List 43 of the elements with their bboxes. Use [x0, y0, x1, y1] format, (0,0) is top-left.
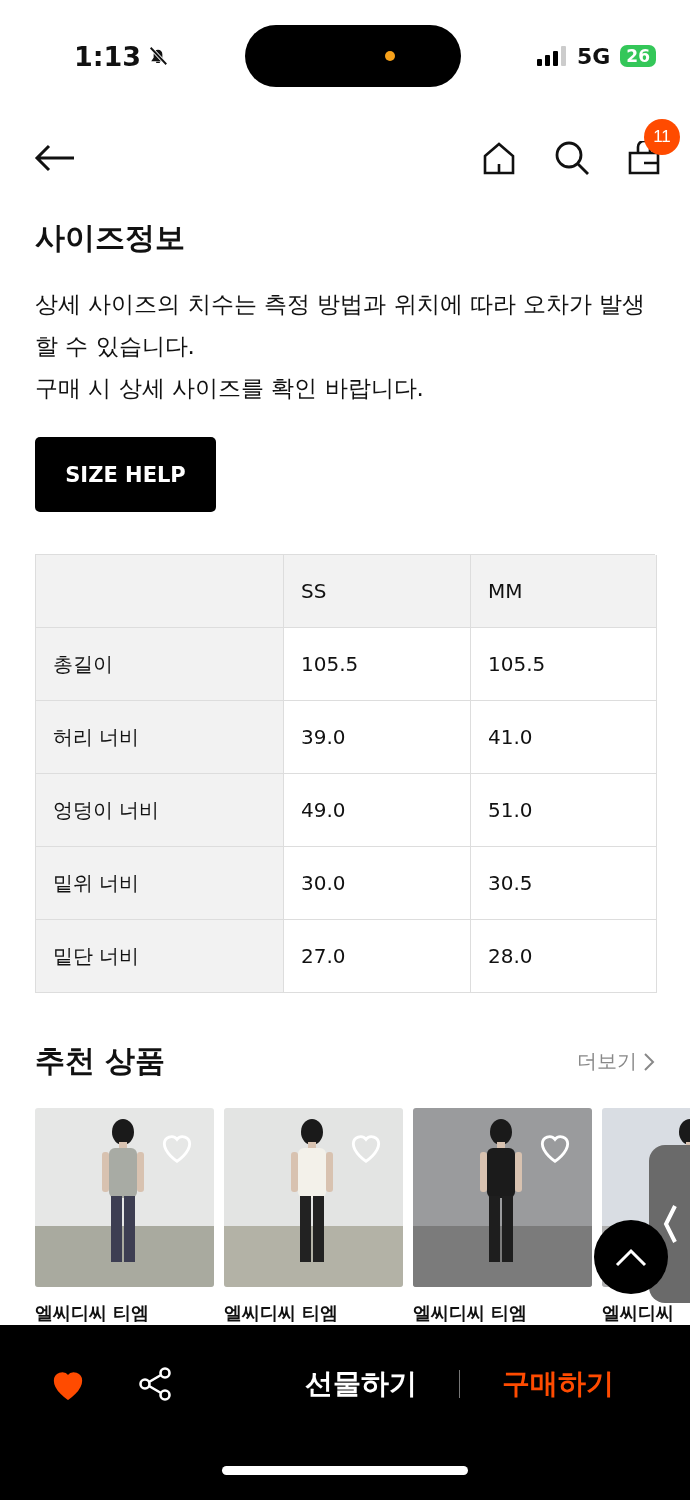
table-header-cell: SS — [284, 555, 471, 628]
product-name[interactable]: 엘씨디씨 티엠 — [35, 1301, 214, 1325]
table-cell: 30.5 — [471, 847, 657, 920]
product-name[interactable]: 엘씨디씨 티엠 — [413, 1301, 592, 1325]
table-cell: 105.5 — [471, 628, 657, 701]
share-button[interactable] — [138, 1366, 172, 1402]
bell-off-icon — [147, 45, 170, 67]
chevron-left-icon — [662, 1204, 677, 1244]
table-cell: 27.0 — [284, 920, 471, 993]
section-title: 사이즈정보 — [35, 219, 186, 257]
description-text: 구매 시 상세 사이즈를 확인 바랍니다. — [35, 374, 425, 403]
row-label-cell: 밑단 너비 — [36, 920, 284, 993]
chevron-up-icon — [615, 1247, 647, 1267]
home-button[interactable] — [482, 141, 516, 175]
description-text: 상세 사이즈의 치수는 측정 방법과 위치에 따라 오차가 발생할 수 있습니다. — [35, 290, 647, 361]
more-link[interactable]: 더보기 — [577, 1048, 655, 1075]
status-time: 1:13 — [74, 40, 142, 72]
row-label-cell: 엉덩이 너비 — [36, 774, 284, 847]
table-cell: 41.0 — [471, 701, 657, 774]
table-cell: 39.0 — [284, 701, 471, 774]
table-cell: 51.0 — [471, 774, 657, 847]
table-cell: 105.5 — [284, 628, 471, 701]
section-title: 추천 상품 — [35, 1042, 166, 1080]
table-header-cell: MM — [471, 555, 657, 628]
back-button[interactable] — [34, 143, 76, 173]
signal-icon — [536, 46, 567, 66]
chevron-right-icon — [643, 1051, 655, 1072]
search-button[interactable] — [554, 140, 590, 176]
network-label: 5G — [576, 43, 611, 69]
gift-button[interactable]: 선물하기 — [299, 1364, 423, 1404]
table-cell: 49.0 — [284, 774, 471, 847]
cart-count-badge: 11 — [644, 119, 680, 155]
buy-button[interactable]: 구매하기 — [496, 1364, 620, 1404]
size-help-button[interactable]: SIZE HELP — [35, 437, 216, 512]
product-name[interactable]: 엘씨디씨 — [602, 1301, 690, 1325]
battery-level: 26 — [620, 45, 656, 67]
row-label-cell: 밑위 너비 — [36, 847, 284, 920]
table-cell: 30.0 — [284, 847, 471, 920]
product-name[interactable]: 엘씨디씨 티엠 — [224, 1301, 403, 1325]
row-label-cell: 총길이 — [36, 628, 284, 701]
table-cell: 28.0 — [471, 920, 657, 993]
row-label-cell: 허리 너비 — [36, 701, 284, 774]
shopping-bag-icon — [628, 141, 660, 175]
